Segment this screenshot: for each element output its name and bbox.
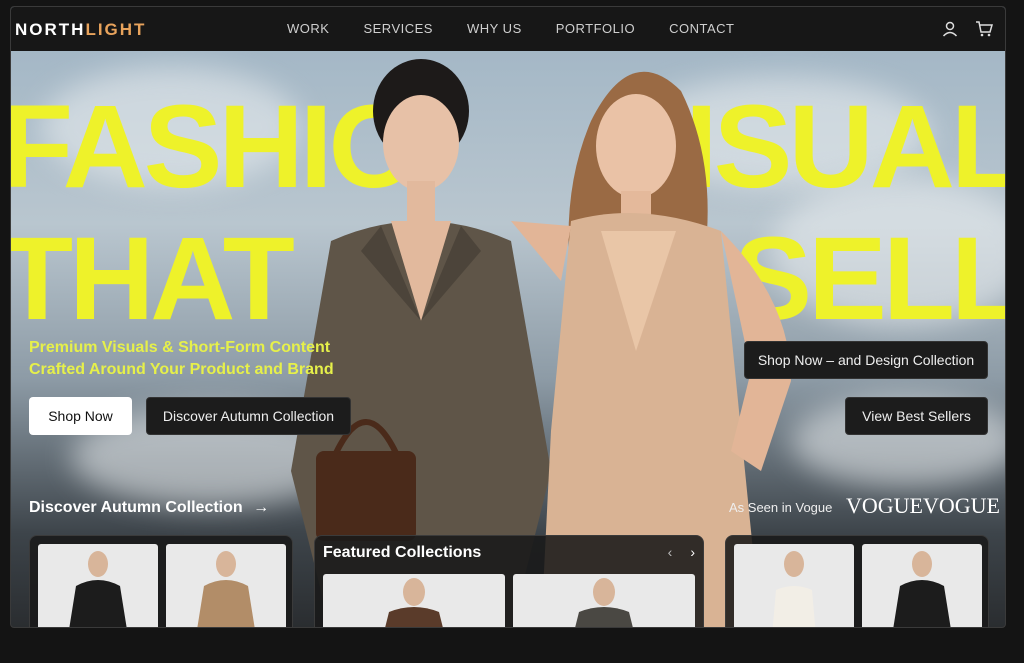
shop-now-button[interactable]: Shop Now	[29, 397, 132, 435]
cart-icon[interactable]	[975, 20, 993, 38]
headline-line2-left: THAT	[10, 213, 295, 345]
product-thumbnail[interactable]	[734, 544, 854, 627]
shop-design-collection-button[interactable]: Shop Now – and Design Collection	[744, 341, 988, 379]
product-thumbnail[interactable]	[862, 544, 982, 627]
right-product-card	[725, 535, 989, 627]
nav-why-us[interactable]: WHY US	[467, 21, 522, 36]
featured-collections-card: Featured Collections ‹ ›	[314, 535, 704, 627]
discover-autumn-link-label: Discover Autumn Collection	[29, 499, 243, 516]
chevron-left-icon[interactable]: ‹	[668, 544, 673, 560]
view-best-sellers-button[interactable]: View Best Sellers	[845, 397, 988, 435]
featured-thumbnail[interactable]	[513, 574, 695, 627]
main-nav: WORK SERVICES WHY US PORTFOLIO CONTACT	[287, 21, 769, 36]
as-seen-in-label: As Seen in Vogue	[729, 500, 833, 515]
product-thumbnail[interactable]	[166, 544, 286, 627]
brand-logo-part2: LIGHT	[85, 20, 147, 39]
brand-logo[interactable]: NORTHLIGHT	[15, 20, 146, 40]
discover-autumn-button[interactable]: Discover Autumn Collection	[146, 397, 351, 435]
brand-logo-part1: NORTH	[15, 20, 86, 39]
carousel-arrows: ‹ ›	[668, 544, 695, 560]
top-navbar: NORTHLIGHT WORK SERVICES WHY US PORTFOLI…	[11, 7, 1005, 51]
nav-contact[interactable]: CONTACT	[669, 21, 734, 36]
nav-services[interactable]: SERVICES	[363, 21, 433, 36]
discover-autumn-link[interactable]: Discover Autumn Collection →	[29, 499, 269, 517]
vogue-logo: VOGUE	[846, 493, 923, 518]
nav-icons	[941, 20, 993, 38]
subtitle-line1: Premium Visuals & Short-Form Content	[29, 339, 331, 356]
featured-thumbnail[interactable]	[323, 574, 505, 627]
arrow-right-icon: →	[253, 499, 270, 516]
nav-work[interactable]: WORK	[287, 21, 329, 36]
subtitle-line2: Crafted Around Your Product and Brand	[29, 361, 334, 378]
featured-collections-title: Featured Collections	[323, 544, 482, 561]
hero-subtitle: Premium Visuals & Short-Form Content Cra…	[29, 337, 334, 381]
product-thumbnail[interactable]	[38, 544, 158, 627]
chevron-right-icon[interactable]: ›	[690, 544, 695, 560]
vogue-logo: VOGUE	[923, 493, 1000, 518]
hero-frame: FASHIO ISUAL THAT SELL NORTHLIGHT WORK S…	[10, 6, 1006, 628]
left-product-card	[29, 535, 293, 627]
nav-portfolio[interactable]: PORTFOLIO	[556, 21, 635, 36]
user-icon[interactable]	[941, 20, 959, 38]
